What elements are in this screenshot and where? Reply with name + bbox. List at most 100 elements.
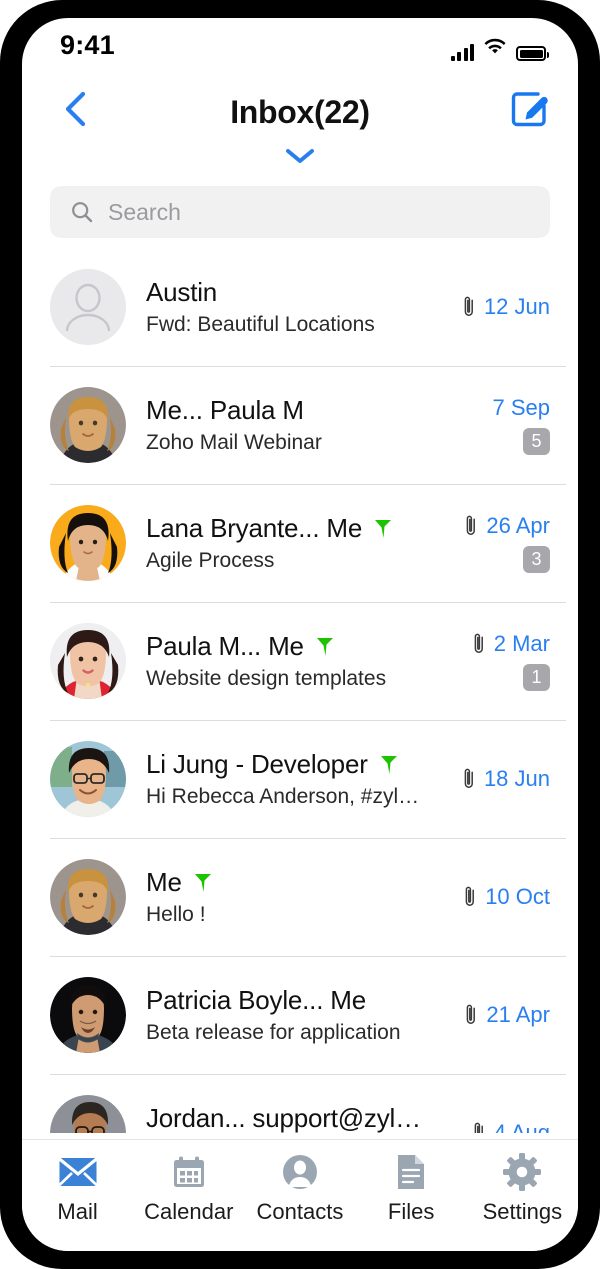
mail-date: 4 Aug — [493, 1120, 550, 1133]
folder-dropdown-toggle[interactable] — [283, 146, 317, 171]
flag-icon — [380, 755, 397, 774]
avatar — [50, 505, 126, 581]
mail-list[interactable]: Austin Fwd: Beautiful Locations 12 Jun M… — [22, 248, 578, 1133]
mail-row-meta-top: 4 Aug — [472, 1120, 550, 1133]
mail-sender: Paula M... Me — [146, 631, 304, 661]
files-icon — [398, 1155, 425, 1189]
search-placeholder: Search — [108, 198, 181, 225]
thread-count-badge: 1 — [523, 664, 550, 691]
mail-list-item[interactable]: Li Jung - Developer Hi Rebecca Anderson,… — [22, 720, 578, 838]
mail-list-item[interactable]: Jordan... support@zylker Chat: Hey Pat 4… — [22, 1074, 578, 1133]
page-title: Inbox(22) — [230, 94, 370, 130]
mail-row-top: Paula M... Me — [146, 631, 428, 662]
mail-row-body: Me... Paula M Zoho Mail Webinar — [146, 395, 428, 455]
contacts-icon — [282, 1155, 317, 1189]
attachment-indicator — [462, 294, 476, 320]
phone-frame: 9:41 Inbox(22) Search Austin Fwd: Beauti… — [0, 0, 600, 1269]
mail-row-body: Patricia Boyle... Me Beta release for ap… — [146, 985, 428, 1045]
mail-row-body: Lana Bryante... Me Agile Process — [146, 513, 428, 573]
attachment-indicator — [462, 766, 476, 792]
nav-item-calendar[interactable]: Calendar — [137, 1152, 241, 1225]
status-icons — [450, 38, 549, 61]
attachment-icon — [467, 515, 476, 535]
flag-icon — [375, 519, 392, 538]
calendar-icon — [171, 1152, 207, 1192]
mail-sender: Lana Bryante... Me — [146, 513, 363, 543]
nav-item-label: Settings — [482, 1199, 563, 1224]
contacts-icon — [282, 1152, 318, 1192]
settings-gear-icon — [503, 1152, 542, 1192]
mail-date: 26 Apr — [486, 513, 550, 538]
nav-item-contacts[interactable]: Contacts — [248, 1152, 352, 1225]
mail-row-body: Jordan... support@zylker Chat: Hey Pat — [146, 1103, 428, 1133]
mail-row-top: Lana Bryante... Me — [146, 513, 428, 544]
nav-item-label: Files — [387, 1199, 435, 1224]
search-icon — [72, 202, 93, 223]
thread-count-badge: 5 — [523, 428, 550, 455]
attachment-indicator — [471, 395, 485, 421]
bottom-navigation: Mail Calendar Contacts Files Settings — [22, 1139, 578, 1251]
mail-row-meta: 21 Apr — [438, 1002, 550, 1028]
mail-list-item[interactable]: Lana Bryante... Me Agile Process 26 Apr … — [22, 484, 578, 602]
nav-item-settings[interactable]: Settings — [470, 1152, 574, 1225]
mail-list-item[interactable]: Patricia Boyle... Me Beta release for ap… — [22, 956, 578, 1074]
nav-item-files[interactable]: Files — [359, 1152, 463, 1225]
wifi-icon — [483, 38, 507, 61]
mail-row-top: Austin — [146, 277, 428, 308]
attachment-indicator — [463, 884, 477, 910]
flag-icon — [316, 637, 333, 656]
avatar — [50, 977, 126, 1053]
nav-item-mail[interactable]: Mail — [26, 1152, 130, 1225]
mail-row-top: Me... Paula M — [146, 395, 428, 426]
mail-date: 7 Sep — [492, 395, 551, 420]
mail-subject: Agile Process — [146, 549, 275, 572]
cellular-signal-icon — [450, 43, 474, 61]
mail-subject: Beta release for application — [146, 1021, 401, 1044]
attachment-icon — [465, 886, 475, 906]
mail-icon — [58, 1157, 98, 1186]
mail-list-item[interactable]: Paula M... Me Website design templates 2… — [22, 602, 578, 720]
title-block: Inbox(22) — [22, 76, 578, 131]
mail-row-top: Me — [146, 867, 428, 898]
app-header: Inbox(22) — [22, 76, 578, 188]
mail-date: 12 Jun — [483, 294, 550, 319]
mail-row-top: Jordan... support@zylker — [146, 1103, 428, 1133]
mail-row-meta-top: 2 Mar — [472, 631, 550, 657]
mail-row-top: Patricia Boyle... Me — [146, 985, 428, 1016]
mail-list-item[interactable]: Me Hello ! 10 Oct — [22, 838, 578, 956]
mail-row-body: Paula M... Me Website design templates — [146, 631, 428, 691]
search-input[interactable]: Search — [50, 186, 550, 238]
attachment-icon — [464, 296, 473, 316]
mail-row-meta: 4 Aug — [438, 1120, 550, 1133]
mail-sender: Me — [146, 867, 182, 897]
mail-subject: Website design templates — [146, 667, 387, 690]
nav-item-label: Mail — [57, 1199, 98, 1224]
attachment-indicator — [464, 513, 478, 539]
mail-list-item[interactable]: Austin Fwd: Beautiful Locations 12 Jun — [22, 248, 578, 366]
mail-list-item[interactable]: Me... Paula M Zoho Mail Webinar 7 Sep 5 — [22, 366, 578, 484]
mail-date: 10 Oct — [485, 884, 550, 909]
attachment-indicator — [472, 1120, 486, 1133]
mail-icon — [58, 1152, 98, 1192]
attachment-icon — [467, 1004, 476, 1024]
mail-row-meta: 10 Oct — [438, 884, 550, 910]
mail-sender: Me... Paula M — [146, 395, 304, 425]
mail-row-top: Li Jung - Developer — [146, 749, 428, 780]
mail-sender: Austin — [146, 277, 218, 307]
status-bar: 9:41 — [22, 18, 578, 76]
mail-date: 18 Jun — [483, 766, 550, 791]
mail-row-meta-top: 26 Apr — [464, 513, 550, 539]
battery-full-icon — [516, 46, 549, 61]
avatar — [50, 859, 126, 935]
avatar — [50, 387, 126, 463]
avatar — [50, 741, 126, 817]
mail-row-meta: 18 Jun — [438, 766, 550, 792]
mail-subject: Hello ! — [146, 903, 206, 926]
compose-button[interactable] — [508, 88, 552, 132]
calendar-icon — [173, 1156, 204, 1187]
avatar — [50, 623, 126, 699]
mail-subject: Zoho Mail Webinar — [146, 431, 322, 454]
mail-row-meta: 2 Mar 1 — [438, 631, 550, 691]
mail-row-meta: 7 Sep 5 — [438, 395, 550, 455]
attachment-indicator — [472, 631, 486, 657]
